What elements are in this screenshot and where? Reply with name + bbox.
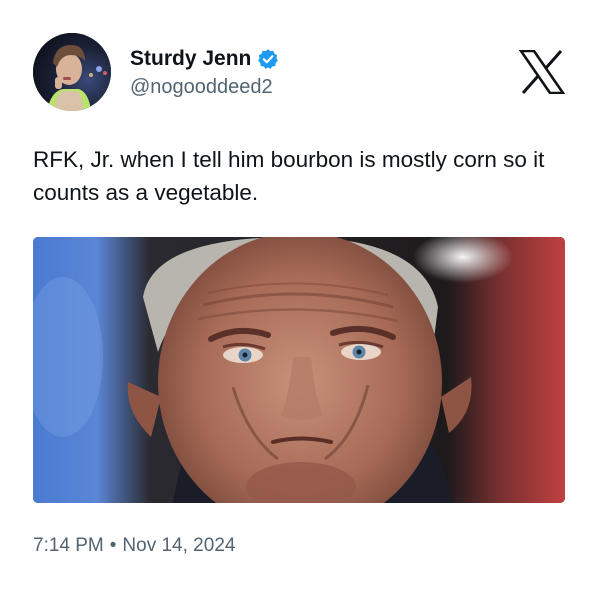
tweet-text: RFK, Jr. when I tell him bourbon is most… — [33, 147, 545, 205]
tweet-time: 7:14 PM — [33, 535, 104, 556]
tweet-photo[interactable] — [33, 237, 565, 503]
display-name[interactable]: Sturdy Jenn — [130, 47, 251, 71]
timestamp-row[interactable]: 7:14 PM • Nov 14, 2024 — [33, 535, 235, 557]
avatar[interactable] — [33, 33, 111, 111]
avatar-image — [33, 33, 111, 111]
handle[interactable]: @nogooddeed2 — [130, 76, 273, 99]
display-name-row: Sturdy Jenn — [130, 44, 279, 74]
separator-dot: • — [109, 535, 117, 556]
verified-badge-icon — [257, 48, 279, 70]
x-logo-icon[interactable] — [519, 50, 565, 94]
tweet-date: Nov 14, 2024 — [122, 535, 236, 556]
